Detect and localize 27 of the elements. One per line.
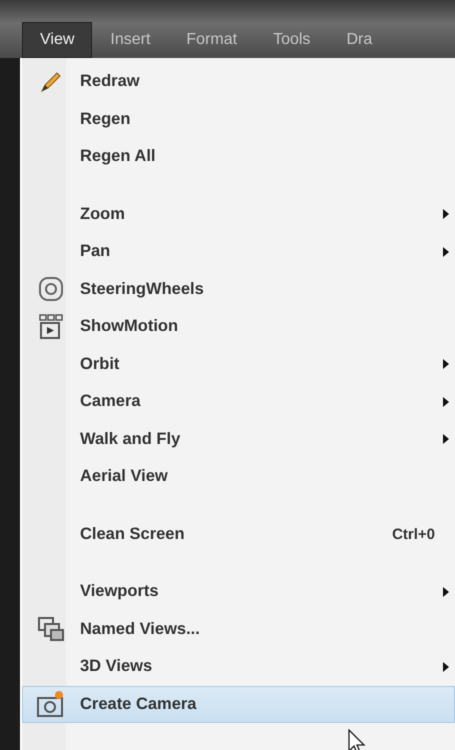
menu-item[interactable]: ShowMotion bbox=[22, 308, 455, 346]
menu-bar-item[interactable]: Dra bbox=[328, 22, 390, 58]
menu-item[interactable]: Redraw bbox=[22, 63, 455, 100]
menu-bar-item[interactable]: Format bbox=[168, 22, 256, 58]
menu-item[interactable]: Regen bbox=[22, 100, 455, 138]
menu-item[interactable]: Aerial View bbox=[22, 458, 455, 496]
menu-item[interactable]: Regen All bbox=[22, 138, 455, 176]
menu-bar-item[interactable]: Tools bbox=[255, 22, 328, 58]
menu-item[interactable]: Create Camera bbox=[22, 686, 455, 723]
menu-item[interactable]: Orbit bbox=[22, 346, 455, 383]
camera-icon bbox=[36, 690, 66, 718]
shortcut-label: Ctrl+0 bbox=[392, 526, 435, 543]
menu-item[interactable]: Viewports bbox=[22, 573, 455, 610]
menu-bar-item[interactable]: View bbox=[22, 22, 92, 58]
menu-item[interactable]: Zoom bbox=[22, 196, 455, 233]
menu-item[interactable]: Camera bbox=[22, 383, 455, 420]
menu-item[interactable]: 3D Views bbox=[22, 648, 455, 686]
menu-item[interactable]: Pan bbox=[22, 233, 455, 270]
menu-item[interactable]: SteeringWheels bbox=[22, 270, 455, 308]
menu-bar-item[interactable]: Insert bbox=[92, 22, 168, 58]
menu-item[interactable]: Walk and Fly bbox=[22, 420, 455, 458]
film-frames-icon bbox=[39, 314, 63, 340]
pencil-icon bbox=[39, 70, 63, 94]
menu-item[interactable]: Named Views... bbox=[22, 610, 455, 648]
stacked-windows-icon bbox=[37, 616, 65, 642]
menu-item[interactable]: Clean Screen Ctrl+0 bbox=[22, 516, 455, 553]
steering-wheel-icon bbox=[38, 276, 64, 302]
